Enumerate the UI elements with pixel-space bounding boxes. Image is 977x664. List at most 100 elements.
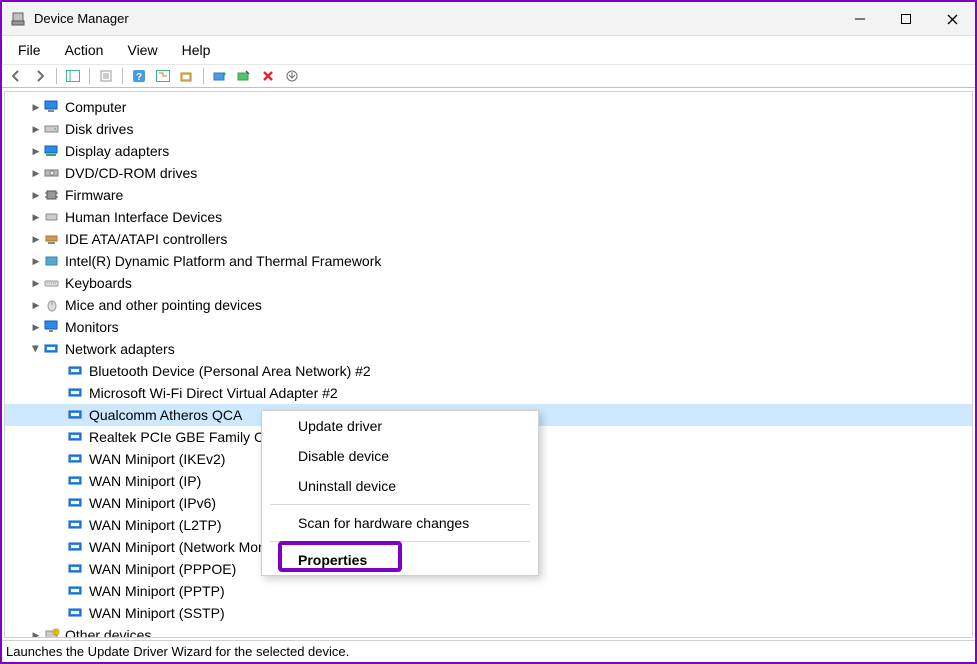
tree-label: WAN Miniport (IP): [89, 473, 201, 489]
menu-action[interactable]: Action: [53, 38, 116, 62]
chevron-right-icon[interactable]: ▶: [29, 144, 43, 158]
tree-device-item[interactable]: WAN Miniport (SSTP): [5, 602, 972, 624]
chevron-right-icon[interactable]: ▶: [29, 166, 43, 180]
network-adapter-icon: [67, 583, 85, 599]
close-button[interactable]: [929, 2, 975, 36]
tree-category-intel-dptf[interactable]: ▶ Intel(R) Dynamic Platform and Thermal …: [5, 250, 972, 272]
app-icon: [10, 11, 26, 27]
network-adapter-icon: [67, 429, 85, 445]
tree-category-computer[interactable]: ▶ Computer: [5, 96, 972, 118]
tree-label: Human Interface Devices: [65, 209, 222, 225]
tree-label: WAN Miniport (Network Monitor): [89, 539, 269, 555]
tree-category-dvd-cdrom[interactable]: ▶ DVD/CD-ROM drives: [5, 162, 972, 184]
computer-icon: [43, 99, 61, 115]
toolbar-separator: [89, 68, 90, 84]
ctx-scan-hardware[interactable]: Scan for hardware changes: [262, 508, 538, 538]
chevron-right-icon[interactable]: ▶: [29, 100, 43, 114]
uninstall-toolbar-icon[interactable]: [258, 67, 278, 85]
tree-label: WAN Miniport (L2TP): [89, 517, 222, 533]
ctx-uninstall-device[interactable]: Uninstall device: [262, 471, 538, 501]
tree-category-mice[interactable]: ▶ Mice and other pointing devices: [5, 294, 972, 316]
tree-label: Network adapters: [65, 341, 175, 357]
tree-device-item[interactable]: WAN Miniport (PPTP): [5, 580, 972, 602]
window-title: Device Manager: [34, 11, 837, 26]
ctx-properties[interactable]: Properties: [262, 545, 538, 575]
tree-label: Intel(R) Dynamic Platform and Thermal Fr…: [65, 253, 381, 269]
action-toolbar-icon[interactable]: [153, 67, 173, 85]
minimize-button[interactable]: [837, 2, 883, 36]
forward-icon[interactable]: [30, 67, 50, 85]
chevron-right-icon[interactable]: ▶: [29, 232, 43, 246]
status-text: Launches the Update Driver Wizard for th…: [6, 644, 349, 659]
tree-category-ide-ata[interactable]: ▶ IDE ATA/ATAPI controllers: [5, 228, 972, 250]
menu-help[interactable]: Help: [170, 38, 223, 62]
tree-category-disk-drives[interactable]: ▶ Disk drives: [5, 118, 972, 140]
tree-category-monitors[interactable]: ▶ Monitors: [5, 316, 972, 338]
display-adapter-icon: [43, 143, 61, 159]
tree-label: WAN Miniport (IPv6): [89, 495, 216, 511]
chevron-right-icon[interactable]: ▶: [29, 320, 43, 334]
chevron-right-icon[interactable]: ▶: [29, 628, 43, 638]
other-device-icon: !: [43, 627, 61, 638]
svg-text:?: ?: [136, 72, 142, 83]
tree-category-other-devices[interactable]: ▶ ! Other devices: [5, 624, 972, 638]
maximize-button[interactable]: [883, 2, 929, 36]
network-adapter-icon: [43, 341, 61, 357]
properties-toolbar-icon[interactable]: [96, 67, 116, 85]
toolbar: ?: [2, 64, 975, 88]
titlebar: Device Manager: [2, 2, 975, 36]
chevron-right-icon[interactable]: ▶: [29, 210, 43, 224]
tree-label: Monitors: [65, 319, 119, 335]
tree-category-display-adapters[interactable]: ▶ Display adapters: [5, 140, 972, 162]
svg-text:!: !: [55, 631, 56, 637]
chevron-right-icon[interactable]: ▶: [29, 276, 43, 290]
context-menu-separator: [270, 504, 530, 505]
tree-label: Computer: [65, 99, 126, 115]
tree-category-keyboards[interactable]: ▶ Keyboards: [5, 272, 972, 294]
tree-label: Mice and other pointing devices: [65, 297, 262, 313]
back-icon[interactable]: [6, 67, 26, 85]
tree-category-hid[interactable]: ▶ Human Interface Devices: [5, 206, 972, 228]
chevron-down-icon[interactable]: ▶: [29, 342, 43, 356]
tree-device-item[interactable]: Bluetooth Device (Personal Area Network)…: [5, 360, 972, 382]
mouse-icon: [43, 297, 61, 313]
tree-label: Qualcomm Atheros QCA: [89, 407, 246, 423]
chevron-right-icon[interactable]: ▶: [29, 254, 43, 268]
disk-drive-icon: [43, 121, 61, 137]
scan-hardware-icon[interactable]: [177, 67, 197, 85]
dvd-icon: [43, 165, 61, 181]
help-toolbar-icon[interactable]: ?: [129, 67, 149, 85]
tree-label: WAN Miniport (IKEv2): [89, 451, 225, 467]
chevron-right-icon[interactable]: ▶: [29, 188, 43, 202]
network-adapter-icon: [67, 495, 85, 511]
tree-device-item[interactable]: Microsoft Wi-Fi Direct Virtual Adapter #…: [5, 382, 972, 404]
tree-label: DVD/CD-ROM drives: [65, 165, 197, 181]
eject-toolbar-icon[interactable]: [282, 67, 302, 85]
network-adapter-icon: [67, 517, 85, 533]
disable-toolbar-icon[interactable]: [234, 67, 254, 85]
chevron-right-icon[interactable]: ▶: [29, 122, 43, 136]
tree-label: Disk drives: [65, 121, 133, 137]
status-bar: Launches the Update Driver Wizard for th…: [2, 640, 975, 662]
menu-file[interactable]: File: [6, 38, 53, 62]
tree-label: Bluetooth Device (Personal Area Network)…: [89, 363, 371, 379]
tree-label: IDE ATA/ATAPI controllers: [65, 231, 227, 247]
tree-category-firmware[interactable]: ▶ Firmware: [5, 184, 972, 206]
network-adapter-icon: [67, 539, 85, 555]
menu-view[interactable]: View: [115, 38, 169, 62]
chevron-right-icon[interactable]: ▶: [29, 298, 43, 312]
hid-icon: [43, 209, 61, 225]
window-controls: [837, 2, 975, 35]
ctx-disable-device[interactable]: Disable device: [262, 441, 538, 471]
update-driver-toolbar-icon[interactable]: [210, 67, 230, 85]
network-adapter-icon: [67, 605, 85, 621]
ctx-update-driver[interactable]: Update driver: [262, 411, 538, 441]
show-hide-tree-icon[interactable]: [63, 67, 83, 85]
monitor-icon: [43, 319, 61, 335]
network-adapter-icon: [67, 407, 85, 423]
toolbar-separator: [56, 68, 57, 84]
tree-label: WAN Miniport (SSTP): [89, 605, 225, 621]
network-adapter-icon: [67, 561, 85, 577]
tree-category-network-adapters[interactable]: ▶ Network adapters: [5, 338, 972, 360]
menu-bar: File Action View Help: [2, 36, 975, 64]
